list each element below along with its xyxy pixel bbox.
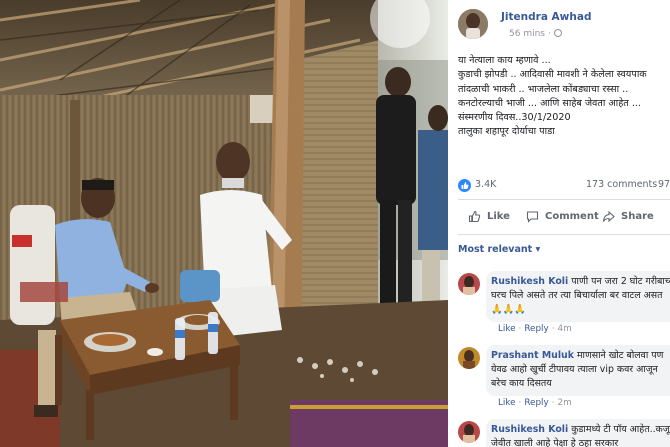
separator: · [518,324,522,334]
post-meta: 56 mins · [509,29,562,39]
comment-label: Comment [545,211,599,222]
comment-text-line: बरेच काय दिसतय [491,378,552,389]
post-text-line: या नेत्याला काय म्हणावे ... [458,55,551,66]
commenter-avatar[interactable] [458,273,480,295]
post-actions: Like Comment Share [458,204,670,232]
post-time[interactable]: 56 mins [509,29,545,39]
globe-icon [553,29,562,37]
comment-bubble: Rushikesh Koli कुडामध्ये टी पॉय आहेत..कजू… [486,419,670,447]
post-photo[interactable] [0,0,448,447]
post-header: Jitendra Awhad 56 mins · [458,8,670,42]
post-stats: 3.4K 173 comments 97 s [458,176,670,196]
comment-time[interactable]: 4m [558,324,572,334]
sort-label: Most relevant [458,244,533,255]
comment-like-link[interactable]: Like [498,324,516,334]
post-text-line: कनटोरल्याची भाजी ... आणि साहेब जेवता आहे… [458,97,641,109]
divider [458,199,670,200]
comment-bubble: Prashant Muluk माणसाने खोट बोलवा पण येवढ … [486,345,670,396]
comment-text-line: पाणी पन जरा 2 घोट गरीबाच्या [571,276,670,287]
post-panel: Jitendra Awhad 56 mins · या नेत्याला काय … [448,0,670,447]
commenter-name[interactable]: Rushikesh Koli [491,276,568,287]
comments-count[interactable]: 173 comments [586,179,657,190]
post-text-line: तालुका शहापूर दोर्याचा पाडा [458,126,555,138]
comment-sort-dropdown[interactable]: Most relevant ▾ [458,244,540,255]
commenter-avatar[interactable] [458,347,480,369]
post-text-line: कुडाची झोपडी .. आदिवासी मावशी ने केलेला … [458,69,647,81]
comment-bubble: Rushikesh Koli पाणी पन जरा 2 घोट गरीबाच्य… [486,271,670,322]
reaction-count[interactable]: 3.4K [475,179,496,190]
separator: · [518,398,522,408]
commenter-name[interactable]: Rushikesh Koli [491,424,568,435]
like-reaction-icon [458,179,471,192]
author-name[interactable]: Jitendra Awhad [501,11,591,23]
comment-actions: Like · Reply · 2m [498,398,572,408]
post-text: या नेत्याला काय म्हणावे ... कुडाची झोपडी… [458,54,670,140]
comment-text-line: जेवीत खाली आहे पेक्षा हे ठहा सरकार [491,438,619,447]
comment-actions: Like · Reply · 4m [498,324,572,334]
separator: · [551,324,555,334]
commenter-avatar[interactable] [458,421,480,443]
comment-reply-link[interactable]: Reply [524,398,548,408]
comment-reply-link[interactable]: Reply [524,324,548,334]
comment-like-link[interactable]: Like [498,398,516,408]
share-button[interactable]: Share [602,210,654,223]
comment-button[interactable]: Comment [526,210,599,223]
comment-text-line: येवढ आहो खुर्ची टीपावय त्याला vip कवर आज… [491,364,658,375]
post-text-line: तांदळाची भाकरी .. भाजलेला कोंबड्याचा रस्… [458,83,629,95]
comment-text-line: घरच पिले असते तर त्या बिचार्याला बर वाटल… [491,290,663,301]
comment-text-line: कुडामध्ये टी पॉय आहेत..कजूर [571,424,670,435]
comment-icon [526,211,539,223]
comment-text-line: 🙏🙏🙏 [491,304,527,315]
like-label: Like [487,211,510,222]
chevron-down-icon: ▾ [535,244,541,255]
commenter-name[interactable]: Prashant Muluk [491,350,574,361]
thumbs-up-icon [468,210,481,223]
shares-count[interactable]: 97 s [658,179,670,190]
share-icon [602,210,615,223]
meta-separator: · [547,29,551,39]
share-label: Share [621,211,654,222]
author-avatar[interactable] [458,9,488,39]
separator: · [551,398,555,408]
post-text-line: संस्मरणीय दिवस..30/1/2020 [458,112,571,124]
divider [458,234,670,235]
comment-time[interactable]: 2m [558,398,572,408]
like-button[interactable]: Like [468,210,510,223]
comment-text-line: माणसाने खोट बोलवा पण [576,350,664,361]
